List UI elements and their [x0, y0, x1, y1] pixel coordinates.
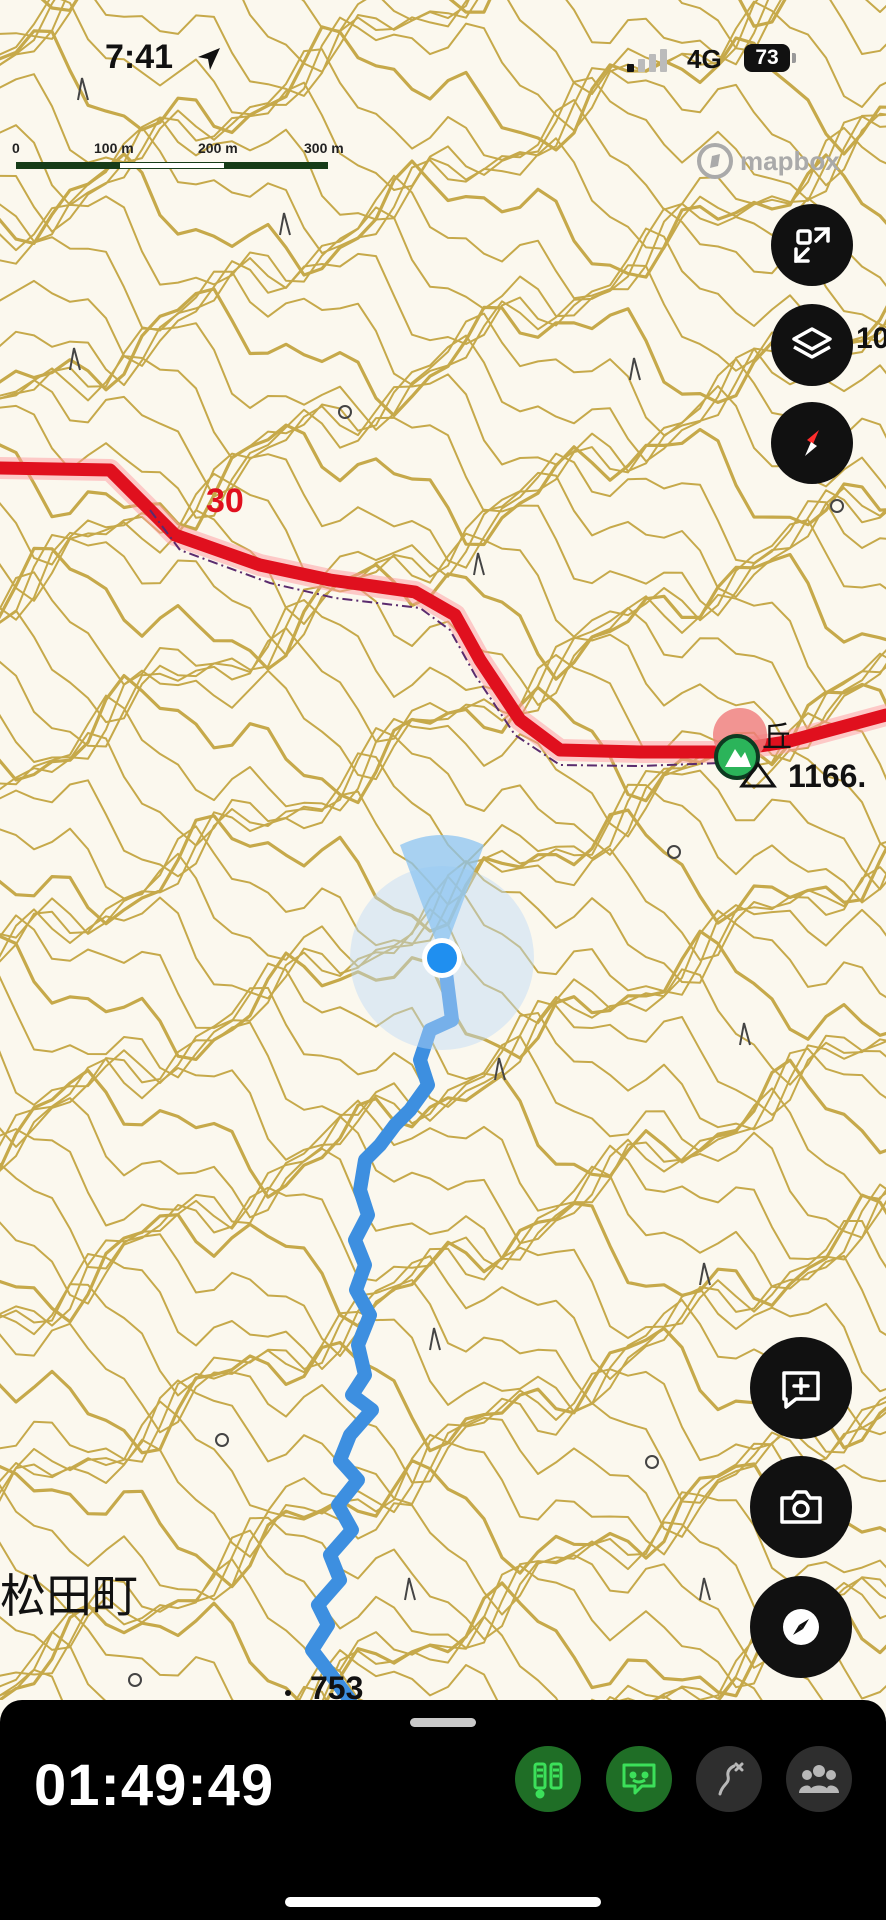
- camera-icon: [780, 1490, 822, 1524]
- layers-button[interactable]: [771, 304, 853, 386]
- layer-count-label: 10: [856, 322, 886, 355]
- scale-label-200: 200 m: [198, 140, 238, 156]
- group-button[interactable]: [786, 1746, 852, 1812]
- home-indicator[interactable]: [285, 1897, 601, 1907]
- mapbox-wordmark: mapbox: [740, 145, 840, 176]
- peak-kanji-label: 丘: [762, 721, 792, 754]
- map-scale-bar: 0 100 m 200 m 300 m: [12, 140, 376, 180]
- activity-bottom-sheet[interactable]: 01:49:49: [0, 1700, 886, 1920]
- sheet-drag-handle[interactable]: [410, 1718, 476, 1727]
- route-number-label: 30: [206, 482, 244, 520]
- topographic-map[interactable]: [0, 0, 886, 1700]
- scale-segment: [224, 162, 328, 169]
- scale-segment: [16, 162, 120, 169]
- route-off-icon: [718, 1762, 744, 1796]
- chat-bubble-icon: [622, 1763, 656, 1795]
- scale-segment: [120, 162, 224, 169]
- scale-label-300: 300 m: [304, 140, 344, 156]
- message-button[interactable]: [606, 1746, 672, 1812]
- mapbox-attribution[interactable]: mapbox: [696, 142, 840, 180]
- compass-button[interactable]: [771, 402, 853, 484]
- scale-label-100: 100 m: [94, 140, 134, 156]
- network-type: 4G: [687, 44, 722, 74]
- battery-indicator: 73: [744, 44, 790, 72]
- navigation-compass-icon: [783, 1609, 819, 1645]
- route-off-button[interactable]: [696, 1746, 762, 1812]
- hiking-poles-icon: [533, 1762, 563, 1799]
- add-note-icon: [782, 1371, 820, 1409]
- peak-elevation-label: 1166.: [788, 758, 867, 794]
- battery-tip: [792, 53, 796, 63]
- status-time: 7:41: [105, 38, 174, 76]
- fullscreen-icon: [794, 227, 830, 263]
- add-note-button[interactable]: [750, 1337, 852, 1439]
- scale-label-0: 0: [12, 140, 20, 156]
- location-services-icon: [198, 48, 220, 70]
- status-bar: 7:41 4G 73: [0, 0, 886, 120]
- cellular-signal-icon: [627, 49, 667, 72]
- fullscreen-button[interactable]: [771, 204, 853, 286]
- mapbox-logo-icon: [697, 143, 733, 179]
- layers-icon: [792, 327, 832, 359]
- camera-button[interactable]: [750, 1456, 852, 1558]
- elapsed-time: 01:49:49: [34, 1753, 275, 1818]
- hiking-gear-button[interactable]: [515, 1746, 581, 1812]
- place-name-label: 松田町: [0, 1570, 138, 1622]
- compass-icon: [805, 430, 819, 456]
- navigation-compass-button[interactable]: [750, 1576, 852, 1678]
- group-icon: [799, 1765, 839, 1793]
